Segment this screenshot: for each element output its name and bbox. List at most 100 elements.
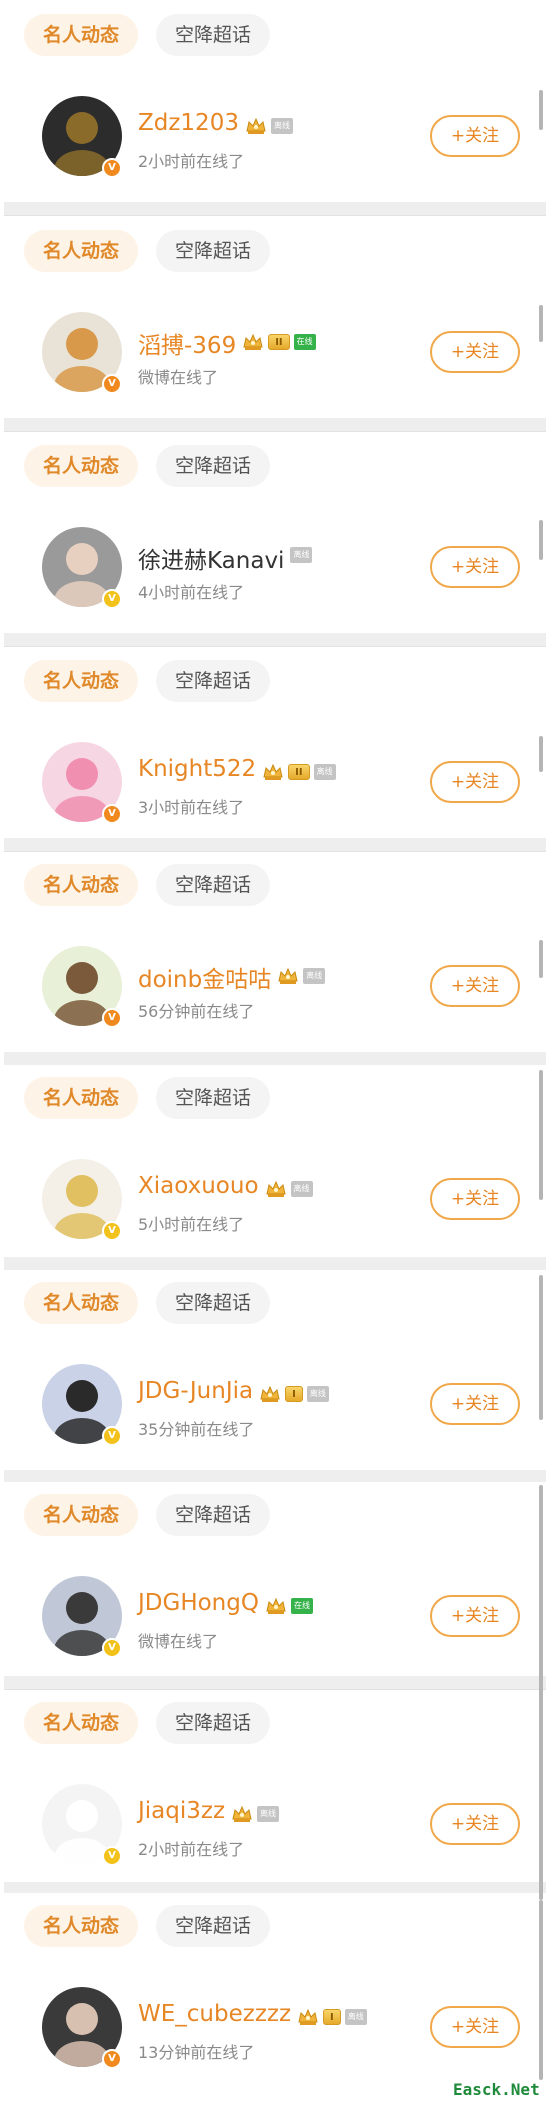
crown-icon	[298, 2008, 318, 2025]
online-status: 56分钟前在线了	[138, 1002, 255, 1021]
user-badges: I 离线	[297, 2007, 367, 2027]
user-name[interactable]: 徐进赫Kanavi	[138, 541, 284, 575]
card-divider	[4, 1257, 546, 1271]
watermark: Easck.Net	[453, 2080, 540, 2099]
follow-button[interactable]: +关注	[430, 2006, 520, 2048]
card-divider	[4, 418, 546, 432]
card-divider	[4, 838, 546, 852]
user-card: 名人动态 空降超话 V 徐进赫Kanavi 离线 4小时前在线了 +关注	[0, 433, 550, 631]
follow-button[interactable]: +关注	[430, 965, 520, 1007]
online-status: 3小时前在线了	[138, 798, 245, 817]
user-badges: 离线	[231, 1804, 280, 1824]
user-card: 名人动态 空降超话 V JDGHongQ 在线微博在线了 +关注	[0, 1482, 550, 1674]
online-status: 4小时前在线了	[138, 583, 245, 602]
follow-button[interactable]: +关注	[430, 1178, 520, 1220]
tab-celebrity[interactable]: 名人动态	[24, 1905, 138, 1947]
verified-icon: V	[102, 2049, 122, 2069]
follow-button[interactable]: +关注	[430, 546, 520, 588]
crown-icon	[243, 333, 263, 350]
tab-celebrity[interactable]: 名人动态	[24, 1282, 138, 1324]
follow-button[interactable]: +关注	[430, 1595, 520, 1637]
online-status: 13分钟前在线了	[138, 2043, 255, 2062]
online-status-tag: 离线	[290, 547, 313, 563]
scrollbar-thumb[interactable]	[539, 305, 543, 342]
tab-celebrity[interactable]: 名人动态	[24, 230, 138, 272]
online-status: 5小时前在线了	[138, 1215, 245, 1234]
scrollbar-thumb[interactable]	[539, 1275, 543, 1420]
user-name[interactable]: 滔搏-369	[138, 326, 236, 360]
user-badges: 离线	[277, 966, 326, 986]
tab-celebrity[interactable]: 名人动态	[24, 1494, 138, 1536]
user-name[interactable]: JDG-JunJia	[138, 1378, 253, 1404]
level-badge: II	[288, 764, 310, 780]
tab-super-topic[interactable]: 空降超话	[156, 1282, 270, 1324]
user-name[interactable]: JDGHongQ	[138, 1590, 259, 1616]
user-name[interactable]: WE_cubezzzz	[138, 2001, 291, 2027]
crown-icon	[260, 1385, 280, 1402]
scrollbar-thumb[interactable]	[539, 1485, 543, 1700]
verified-icon: V	[102, 1221, 122, 1241]
scrollbar-thumb[interactable]	[539, 520, 543, 560]
crown-icon	[263, 763, 283, 780]
user-card: 名人动态 空降超话 V Knight522 II 离线 3小时前在线了 +关注	[0, 648, 550, 836]
tab-super-topic[interactable]: 空降超话	[156, 230, 270, 272]
follow-button[interactable]: +关注	[430, 331, 520, 373]
crown-icon	[265, 1180, 286, 1197]
online-status-tag: 离线	[344, 2009, 367, 2025]
online-status-tag: 在线	[293, 334, 316, 350]
tab-super-topic[interactable]: 空降超话	[156, 14, 270, 56]
level-badge: I	[285, 1386, 303, 1402]
tab-celebrity[interactable]: 名人动态	[24, 660, 138, 702]
follow-button[interactable]: +关注	[430, 115, 520, 157]
user-name[interactable]: Knight522	[138, 756, 256, 782]
user-badges: 离线	[290, 547, 313, 563]
user-badges: 在线	[265, 1596, 313, 1616]
user-name[interactable]: doinb金咕咕	[138, 960, 271, 994]
tab-celebrity[interactable]: 名人动态	[24, 14, 138, 56]
level-badge: II	[268, 334, 290, 350]
tab-super-topic[interactable]: 空降超话	[156, 1905, 270, 1947]
tab-super-topic[interactable]: 空降超话	[156, 864, 270, 906]
tab-super-topic[interactable]: 空降超话	[156, 1077, 270, 1119]
user-name[interactable]: Xiaoxuouo	[138, 1173, 259, 1199]
verified-icon: V	[102, 589, 122, 609]
online-status-tag: 离线	[306, 1386, 329, 1402]
card-divider	[4, 1676, 546, 1690]
follow-button[interactable]: +关注	[430, 1383, 520, 1425]
online-status-tag: 离线	[303, 968, 326, 984]
crown-icon	[278, 967, 298, 984]
user-badges: II 离线	[262, 762, 336, 782]
crown-icon	[232, 1805, 252, 1822]
tab-super-topic[interactable]: 空降超话	[156, 1702, 270, 1744]
tab-celebrity[interactable]: 名人动态	[24, 445, 138, 487]
scrollbar-thumb[interactable]	[539, 940, 543, 978]
user-name[interactable]: Jiaqi3zz	[138, 1798, 225, 1824]
level-badge: I	[323, 2009, 341, 2025]
card-divider	[4, 1052, 546, 1066]
verified-icon: V	[102, 158, 122, 178]
online-status: 微博在线了	[138, 1632, 219, 1651]
card-divider	[4, 202, 546, 216]
follow-button[interactable]: +关注	[430, 1803, 520, 1845]
user-name[interactable]: Zdz1203	[138, 110, 239, 136]
tab-super-topic[interactable]: 空降超话	[156, 1494, 270, 1536]
verified-icon: V	[102, 1638, 122, 1658]
tab-super-topic[interactable]: 空降超话	[156, 445, 270, 487]
verified-icon: V	[102, 1008, 122, 1028]
tab-celebrity[interactable]: 名人动态	[24, 864, 138, 906]
user-badges: 离线	[245, 116, 293, 136]
scrollbar-thumb[interactable]	[539, 1070, 543, 1200]
verified-icon: V	[102, 804, 122, 824]
card-divider	[4, 633, 546, 647]
scrollbar-thumb[interactable]	[539, 1900, 543, 2080]
scrollbar-thumb[interactable]	[539, 90, 543, 130]
tab-celebrity[interactable]: 名人动态	[24, 1077, 138, 1119]
user-card: 名人动态 空降超话 V Zdz1203 离线 2小时前在线了 +关注	[0, 2, 550, 200]
tab-super-topic[interactable]: 空降超话	[156, 660, 270, 702]
verified-icon: V	[102, 1426, 122, 1446]
user-card: 名人动态 空降超话 V JDG-JunJia I 离线 35分钟前在线了 +关注	[0, 1270, 550, 1468]
scrollbar-thumb[interactable]	[539, 736, 543, 772]
follow-button[interactable]: +关注	[430, 761, 520, 803]
scrollbar-thumb[interactable]	[539, 1695, 543, 1900]
tab-celebrity[interactable]: 名人动态	[24, 1702, 138, 1744]
